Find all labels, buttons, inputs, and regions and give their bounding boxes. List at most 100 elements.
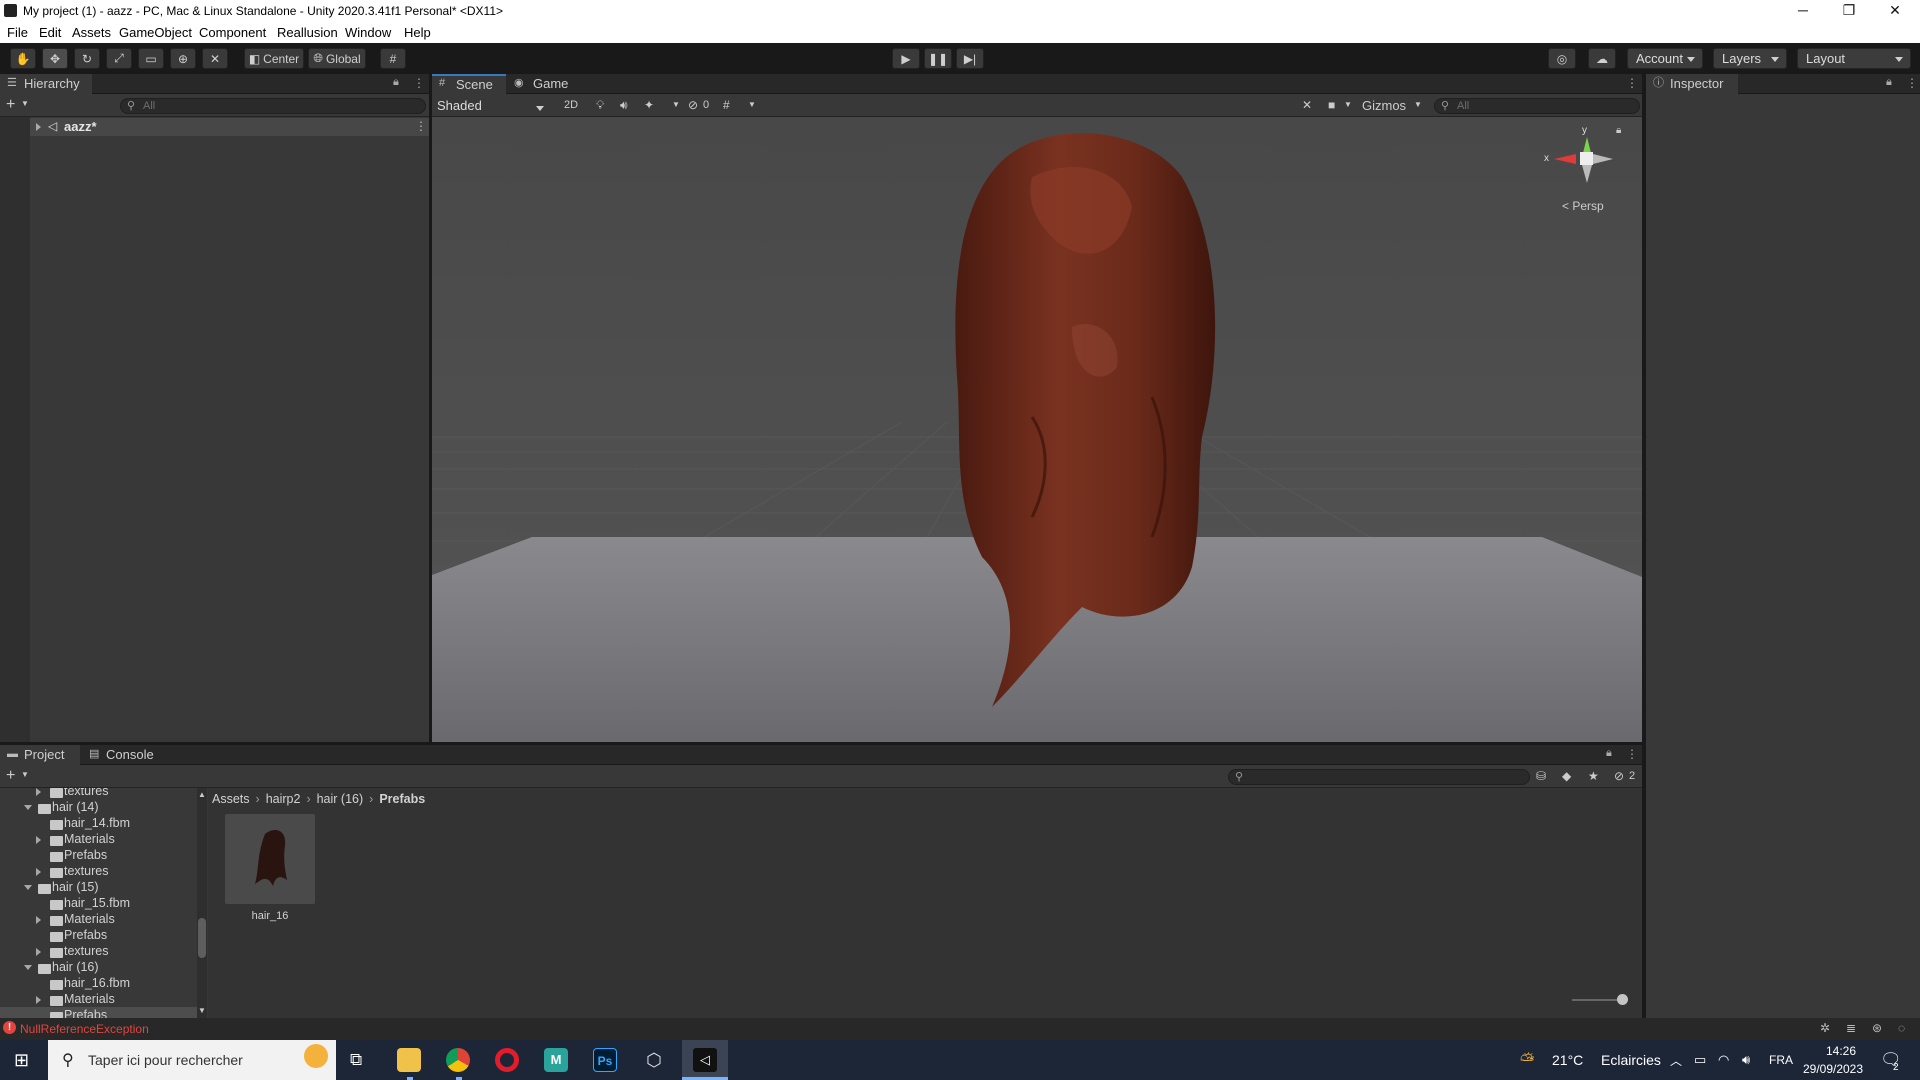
account-dropdown[interactable]: Account xyxy=(1627,48,1703,69)
tab-scene[interactable]: # Scene xyxy=(432,74,506,95)
gizmo-lock-icon[interactable]: 🔒︎ xyxy=(1616,125,1621,136)
expand-arrow-icon[interactable] xyxy=(36,916,45,924)
gizmos-dropdown[interactable]: Gizmos xyxy=(1362,98,1406,113)
weather-icon[interactable]: ⛅︎ xyxy=(1520,1050,1534,1071)
list-item[interactable]: textures xyxy=(0,943,197,959)
orientation-gizmo[interactable]: y x 🔒︎ < Persp xyxy=(1542,125,1642,215)
create-plus-icon[interactable]: + xyxy=(6,767,15,785)
weather-temp[interactable]: 21°C xyxy=(1552,1052,1583,1068)
grid-snap-button[interactable]: # xyxy=(380,48,406,69)
hidden-packages-icon[interactable]: ⊘ xyxy=(1614,769,1624,783)
list-item[interactable]: hair (14) xyxy=(0,799,197,815)
draw-mode-dropdown[interactable]: Shaded xyxy=(434,97,552,115)
taskbar-search[interactable]: ⚲ Taper ici pour rechercher xyxy=(48,1040,336,1080)
move-tool-button[interactable]: ✥ xyxy=(42,48,68,69)
scene-row[interactable]: ◁ aazz* ⋮ xyxy=(30,118,429,136)
scene-menu-icon[interactable]: ⋮ xyxy=(415,119,427,133)
expand-arrow-icon[interactable] xyxy=(36,123,45,131)
pivot-center-button[interactable]: ◧ Center xyxy=(244,48,304,69)
breadcrumb-assets[interactable]: Assets xyxy=(212,792,250,806)
2d-toggle[interactable]: 2D xyxy=(564,99,578,111)
weather-description[interactable]: Eclaircies xyxy=(1601,1052,1661,1068)
opera-icon[interactable] xyxy=(495,1048,519,1072)
space-global-button[interactable]: 🌐︎ Global xyxy=(308,48,366,69)
scene-viewport[interactable]: y x 🔒︎ < Persp xyxy=(432,117,1642,742)
expand-arrow-icon[interactable] xyxy=(36,996,45,1004)
expand-arrow-icon[interactable] xyxy=(36,868,45,876)
list-item[interactable]: textures xyxy=(0,863,197,879)
minimize-button[interactable]: ─ xyxy=(1780,0,1826,22)
audio-icon[interactable]: 🔊︎ xyxy=(620,98,628,113)
asset-item[interactable]: hair_16 xyxy=(225,814,315,926)
custom-tool-button[interactable]: ✕ xyxy=(202,48,228,69)
scale-tool-button[interactable]: ⤢ xyxy=(106,48,132,69)
lock-icon[interactable]: 🔒︎ xyxy=(393,76,399,89)
rect-tool-button[interactable]: ▭ xyxy=(138,48,164,69)
collab-button[interactable]: ◎ xyxy=(1548,48,1576,69)
tray-device-icon[interactable]: ▭ xyxy=(1694,1052,1706,1068)
tree-scrollbar[interactable]: ▲ ▼ xyxy=(197,788,207,1018)
gizmo-center-cube[interactable] xyxy=(1580,152,1593,165)
maya-icon[interactable]: M xyxy=(544,1048,568,1072)
tree-scroll-thumb[interactable] xyxy=(198,918,206,958)
menu-gameobject[interactable]: GameObject xyxy=(119,25,192,40)
list-item[interactable]: textures xyxy=(0,788,197,799)
list-item[interactable]: Prefabs xyxy=(0,1007,197,1018)
breadcrumb-hair16[interactable]: hair (16) xyxy=(317,792,364,806)
error-message[interactable]: NullReferenceException xyxy=(20,1022,149,1036)
list-item[interactable]: Prefabs xyxy=(0,847,197,863)
photoshop-icon[interactable]: Ps xyxy=(593,1048,617,1072)
list-item[interactable]: Materials xyxy=(0,911,197,927)
projection-label[interactable]: < Persp xyxy=(1562,199,1604,213)
layers-dropdown[interactable]: Layers xyxy=(1713,48,1787,69)
breadcrumb-hairp2[interactable]: hairp2 xyxy=(266,792,301,806)
chevron-down-icon[interactable]: ▼ xyxy=(21,770,29,779)
favorite-star-icon[interactable]: ★ xyxy=(1588,769,1599,783)
chevron-down-icon[interactable]: ▼ xyxy=(1344,100,1352,109)
volume-icon[interactable]: 🔊︎ xyxy=(1742,1052,1750,1068)
step-button[interactable]: ▶| xyxy=(956,48,984,69)
expand-arrow-icon[interactable] xyxy=(36,788,45,796)
panel-menu-icon[interactable]: ⋮ xyxy=(1626,747,1638,761)
menu-file[interactable]: File xyxy=(7,25,28,40)
chevron-down-icon[interactable]: ▼ xyxy=(21,99,29,108)
progress-icon[interactable]: ◌ xyxy=(1898,1021,1905,1035)
list-item[interactable]: hair_15.fbm xyxy=(0,895,197,911)
clock-date[interactable]: 29/09/2023 xyxy=(1798,1062,1868,1076)
collapse-arrow-icon[interactable] xyxy=(24,805,32,814)
tab-project[interactable]: ▬ Project xyxy=(0,745,80,766)
scroll-up-icon[interactable]: ▲ xyxy=(198,790,206,799)
list-item[interactable]: hair (15) xyxy=(0,879,197,895)
lock-icon[interactable]: 🔒︎ xyxy=(1606,747,1612,760)
list-item[interactable]: Prefabs xyxy=(0,927,197,943)
menu-assets[interactable]: Assets xyxy=(72,25,111,40)
task-view-icon[interactable]: ⧉ xyxy=(350,1050,362,1070)
chevron-down-icon[interactable]: ▼ xyxy=(672,100,680,109)
unity-hub-icon[interactable]: ⬡ xyxy=(642,1048,666,1072)
project-search-input[interactable] xyxy=(1228,769,1530,785)
stack-icon[interactable]: ≣ xyxy=(1846,1021,1856,1035)
tab-console[interactable]: ▤ Console xyxy=(82,745,162,766)
expand-arrow-icon[interactable] xyxy=(36,836,45,844)
list-item[interactable]: hair_16.fbm xyxy=(0,975,197,991)
search-by-type-icon[interactable]: ⛁ xyxy=(1536,769,1546,783)
panel-menu-icon[interactable]: ⋮ xyxy=(1906,76,1918,90)
language-indicator[interactable]: FRA xyxy=(1769,1053,1793,1067)
create-plus-icon[interactable]: + xyxy=(6,96,15,114)
chevron-down-icon[interactable]: ▼ xyxy=(1414,100,1422,109)
list-item[interactable]: hair (16) xyxy=(0,959,197,975)
camera-icon[interactable]: ■ xyxy=(1328,98,1335,112)
menu-component[interactable]: Component xyxy=(199,25,266,40)
hand-tool-button[interactable]: ✋ xyxy=(10,48,36,69)
grid-toggle-icon[interactable]: # xyxy=(723,98,730,112)
menu-window[interactable]: Window xyxy=(345,25,391,40)
chrome-icon[interactable] xyxy=(446,1048,470,1072)
unity-editor-taskbar-item[interactable]: ◁ xyxy=(682,1040,728,1080)
label-icon[interactable]: ◆ xyxy=(1562,769,1571,783)
lock-icon[interactable]: 🔒︎ xyxy=(1886,76,1892,89)
menu-reallusion[interactable]: Reallusion xyxy=(277,25,338,40)
expand-arrow-icon[interactable] xyxy=(36,948,45,956)
tab-hierarchy[interactable]: ☰ Hierarchy xyxy=(0,74,92,95)
lighting-icon[interactable]: 💡︎ xyxy=(596,98,604,113)
hierarchy-search-input[interactable]: All xyxy=(120,98,426,114)
